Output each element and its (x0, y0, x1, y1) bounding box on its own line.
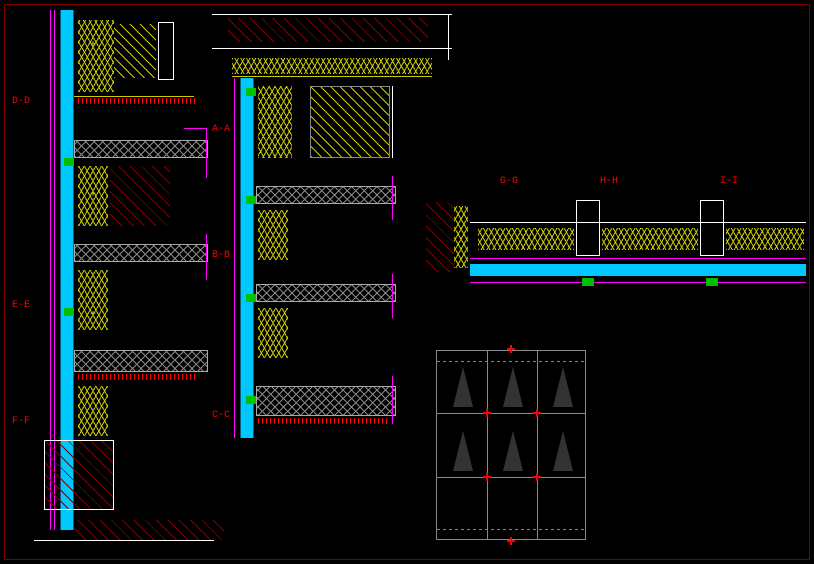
label-hh: H-H (600, 176, 618, 187)
label-cc: C-C (212, 410, 230, 421)
plan-sections (426, 192, 806, 312)
label-ff: F-F (12, 416, 30, 427)
label-dd: D-D (12, 96, 30, 107)
label-aa: A-A (212, 124, 230, 135)
section-column-left: + + + (34, 10, 214, 545)
label-bb: B-B (212, 250, 230, 261)
key-plan (436, 350, 586, 540)
label-ee: E-E (12, 300, 30, 311)
label-gg: G-G (500, 176, 518, 187)
label-ii: I-I (720, 176, 738, 187)
section-column-mid (232, 14, 452, 444)
